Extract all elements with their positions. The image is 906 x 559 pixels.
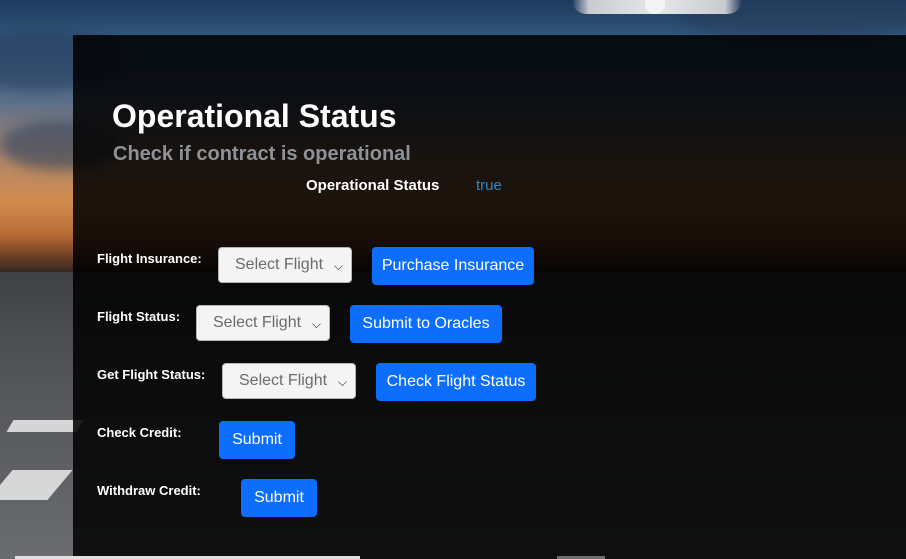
purchase-insurance-button[interactable]: Purchase Insurance	[372, 247, 534, 285]
chevron-down-icon: ⌵	[337, 375, 347, 389]
page-title: Operational Status	[112, 98, 397, 134]
chevron-down-icon: ⌵	[333, 259, 343, 273]
select-value: Select Flight	[239, 372, 328, 389]
operational-status-value: true	[476, 177, 502, 194]
flight-insurance-label: Flight Insurance:	[97, 251, 202, 266]
flight-insurance-select[interactable]: Select Flight ⌵	[218, 247, 352, 283]
select-value: Select Flight	[213, 314, 302, 331]
check-credit-label: Check Credit:	[97, 425, 182, 440]
withdraw-credit-submit-button[interactable]: Submit	[241, 479, 317, 517]
page-subtitle: Check if contract is operational	[113, 143, 411, 165]
main-panel: Operational Status Check if contract is …	[73, 35, 906, 559]
runway-stripe	[6, 420, 84, 432]
operational-status-label: Operational Status	[306, 177, 440, 194]
check-flight-status-button[interactable]: Check Flight Status	[376, 363, 536, 401]
chevron-down-icon: ⌵	[311, 317, 321, 331]
flight-status-select[interactable]: Select Flight ⌵	[196, 305, 330, 341]
get-flight-status-select[interactable]: Select Flight ⌵	[222, 363, 356, 399]
submit-to-oracles-button[interactable]: Submit to Oracles	[350, 305, 502, 343]
get-flight-status-label: Get Flight Status:	[97, 367, 206, 382]
withdraw-credit-label: Withdraw Credit:	[97, 483, 201, 498]
check-credit-submit-button[interactable]: Submit	[219, 421, 295, 459]
select-value: Select Flight	[235, 256, 324, 273]
flight-status-label: Flight Status:	[97, 309, 181, 324]
